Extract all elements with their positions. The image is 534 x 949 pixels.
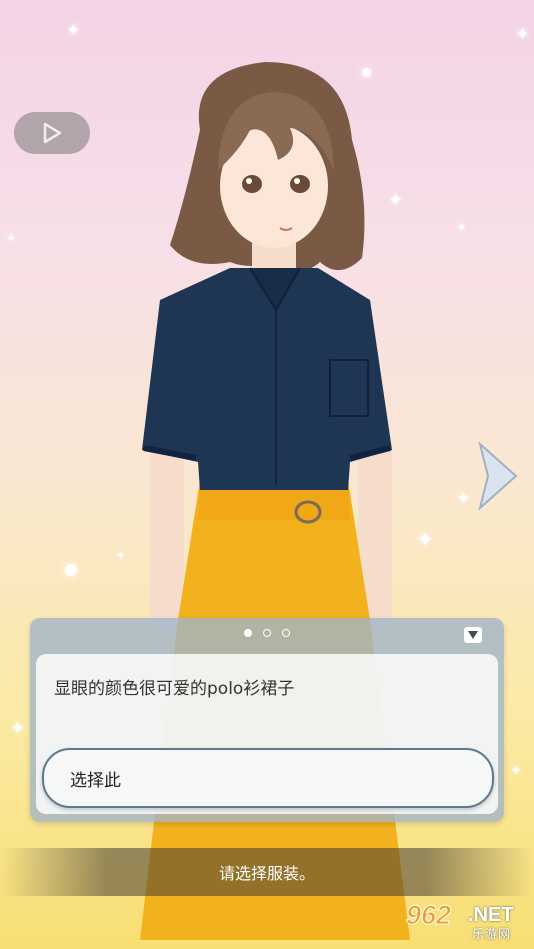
hint-text: 请选择服装。 <box>218 864 315 883</box>
collapse-button[interactable] <box>464 627 482 643</box>
page-indicator <box>30 629 504 637</box>
select-button-label: 选择此 <box>70 770 121 791</box>
page-dot-active <box>244 629 252 637</box>
chevron-right-icon <box>478 441 518 511</box>
page-dot <box>282 629 290 637</box>
play-button[interactable] <box>14 112 90 154</box>
watermark-number: 962 <box>405 900 452 931</box>
triangle-down-icon <box>468 631 478 639</box>
watermark-subtitle: 乐游网 <box>472 927 512 941</box>
site-watermark: 962 .NET 乐游网 <box>398 900 530 944</box>
hint-bar: 请选择服装。 <box>0 848 534 896</box>
watermark-suffix: .NET <box>468 904 514 926</box>
next-outfit-button[interactable] <box>474 440 522 512</box>
page-dot <box>263 629 271 637</box>
play-icon <box>43 122 62 144</box>
outfit-description: 显眼的颜色很可爱的polo衫裙子 <box>54 679 295 699</box>
select-outfit-button[interactable]: 选择此 <box>42 748 494 808</box>
